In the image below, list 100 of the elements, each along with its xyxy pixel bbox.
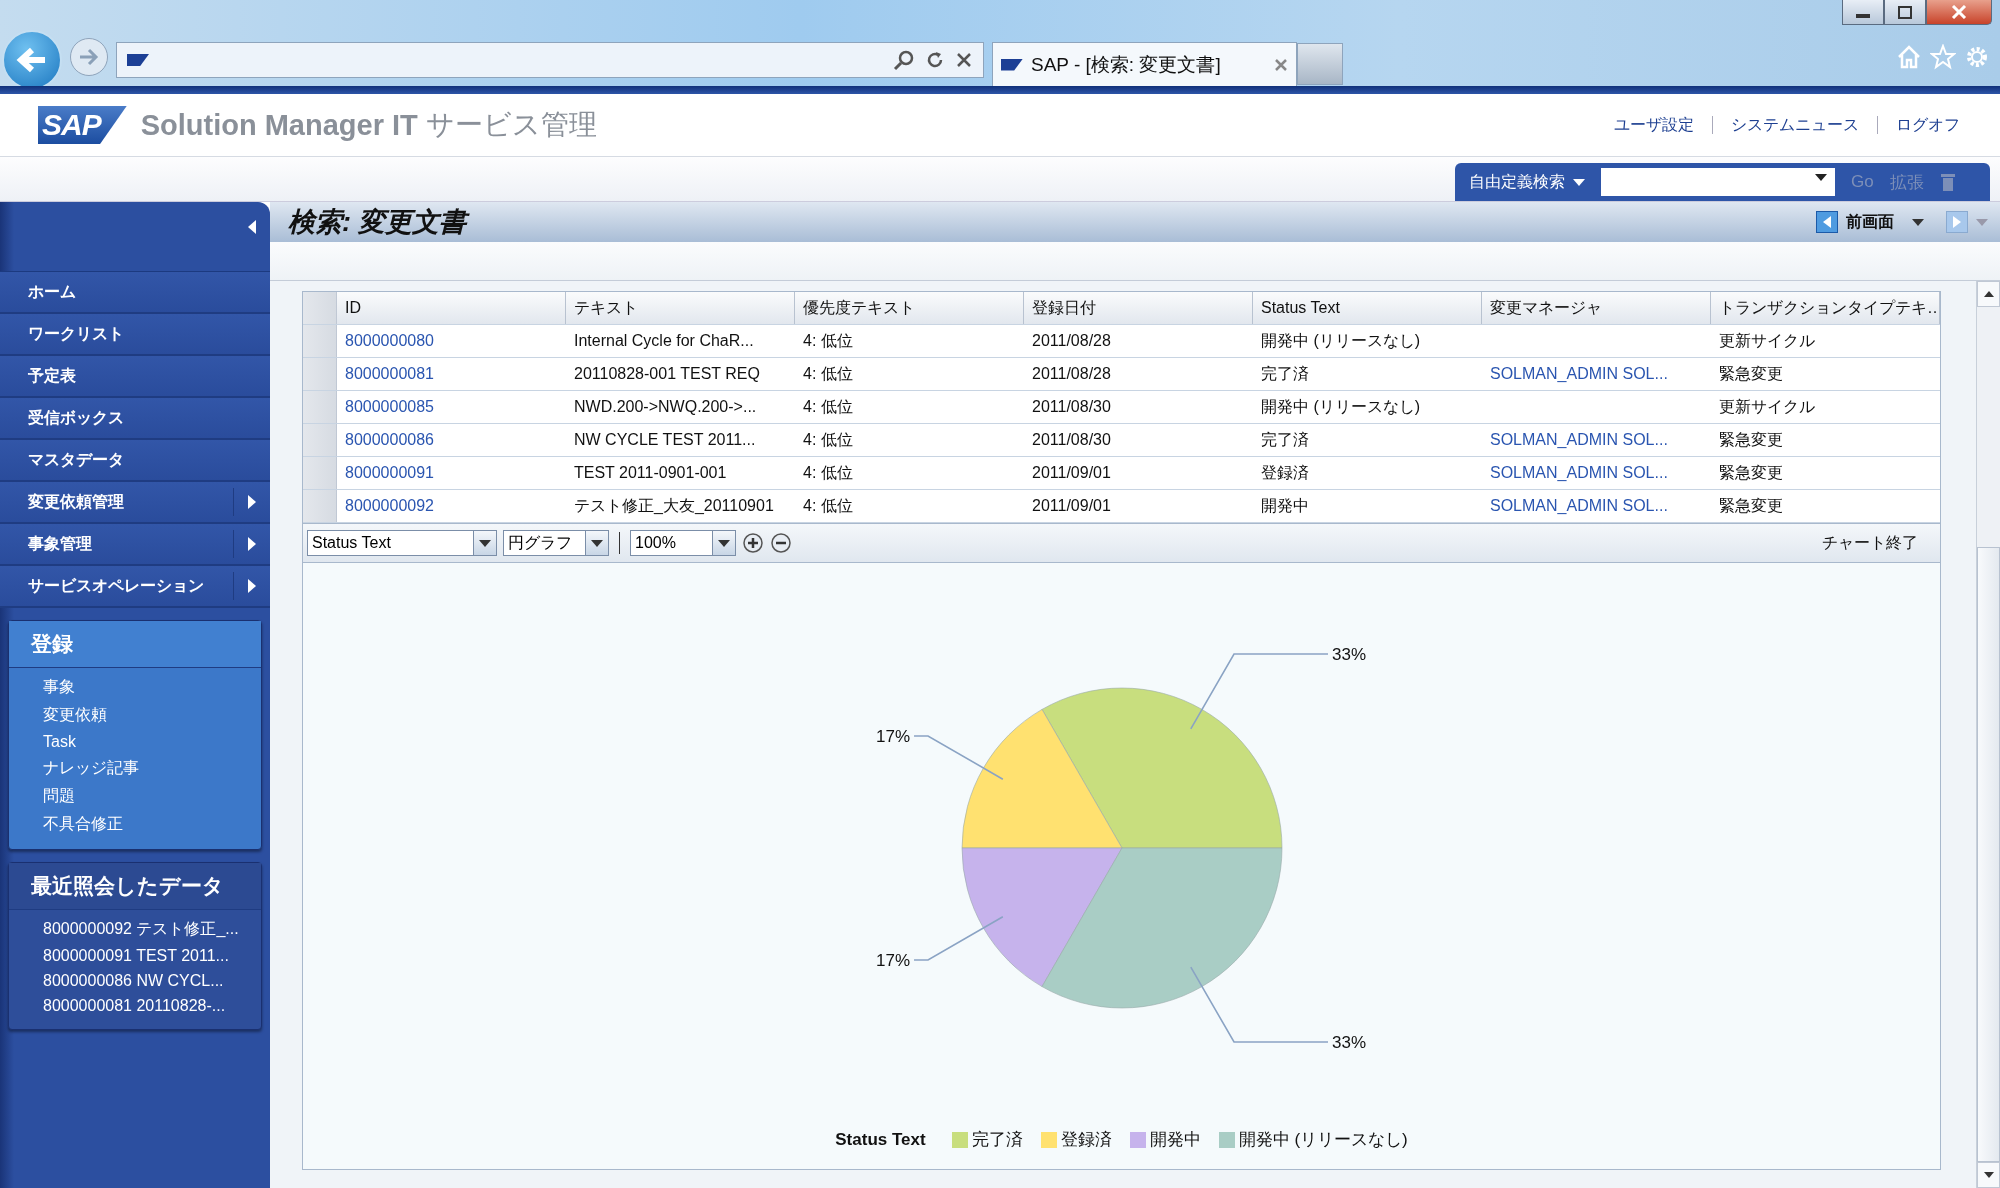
manager-link[interactable]: SOLMAN_ADMIN SOL... xyxy=(1482,358,1711,390)
search-icon[interactable] xyxy=(893,49,915,71)
search-type-menu[interactable]: 自由定義検索 xyxy=(1469,171,1585,193)
id-link[interactable]: 8000000080 xyxy=(337,325,566,357)
table-cell-text: 4: 低位 xyxy=(802,429,854,450)
id-link[interactable]: 8000000091 xyxy=(337,457,566,489)
browser-tab[interactable]: SAP - [検索: 変更文書] xyxy=(992,42,1297,86)
nav-item[interactable]: ワークリスト xyxy=(0,314,270,356)
table-cell-text: 2011/08/30 xyxy=(1031,430,1112,450)
trash-icon[interactable] xyxy=(1939,172,1956,192)
table-cell-text: 4: 低位 xyxy=(802,363,854,384)
nav-item[interactable]: 受信ボックス xyxy=(0,398,270,440)
table-cell-text: 2011/09/01 xyxy=(1031,496,1112,516)
table-cell-text: 緊急変更 xyxy=(1718,429,1784,450)
table-cell-text: 4: 低位 xyxy=(802,330,854,351)
nav-item[interactable]: ホーム xyxy=(0,272,270,314)
close-chart-link[interactable]: チャート終了 xyxy=(1822,532,1918,554)
table-cell-text: 2011/08/30 xyxy=(1031,397,1112,417)
percent-label: 33% xyxy=(1331,645,1366,664)
header-link[interactable]: システムニュース xyxy=(1731,114,1859,136)
product-subtitle: サービス管理 xyxy=(425,108,597,142)
zoom-out-icon[interactable] xyxy=(770,532,792,554)
site-icon xyxy=(1001,58,1023,71)
close-icon[interactable] xyxy=(1274,57,1288,72)
field-dropdown[interactable]: Status Text xyxy=(307,530,497,556)
id-link[interactable]: 8000000092 xyxy=(337,490,566,522)
table-cell-text: 完了済 xyxy=(1260,363,1310,384)
site-icon xyxy=(127,54,149,66)
table-cell-text: 20110828-001 TEST REQ xyxy=(573,364,761,384)
legend-label: 完了済 xyxy=(971,1129,1023,1151)
column-header[interactable]: 変更マネージャ xyxy=(1482,292,1711,324)
minimize-button[interactable] xyxy=(1842,0,1884,25)
collapse-icon[interactable] xyxy=(248,220,256,234)
logo: SAP xyxy=(38,106,127,144)
dropdown-icon[interactable] xyxy=(1912,218,1924,226)
row-selector[interactable] xyxy=(303,457,337,489)
id-link[interactable]: 8000000085 xyxy=(337,391,566,423)
close-icon[interactable] xyxy=(955,51,973,69)
new-tab-button[interactable] xyxy=(1297,43,1343,85)
manager-link[interactable]: SOLMAN_ADMIN SOL... xyxy=(1482,424,1711,456)
column-header[interactable]: ID xyxy=(337,292,566,324)
forward-button[interactable] xyxy=(70,38,108,76)
recent-link[interactable]: 8000000086 NW CYCL... xyxy=(9,969,261,994)
address-field[interactable] xyxy=(116,42,984,78)
table-cell-text: Internal Cycle for ChaR... xyxy=(573,331,755,351)
nav-item[interactable]: マスタデータ xyxy=(0,440,270,482)
table-cell-text: 登録済 xyxy=(1260,462,1310,483)
row-selector[interactable] xyxy=(303,424,337,456)
row-selector[interactable] xyxy=(303,358,337,390)
header-link[interactable]: ユーザ設定 xyxy=(1614,114,1694,136)
percent-label: 17% xyxy=(875,727,910,746)
create-link[interactable]: 問題 xyxy=(9,783,261,811)
settings-icon[interactable] xyxy=(1964,44,1990,70)
column-header[interactable]: トランザクションタイプテキ… xyxy=(1711,292,1940,324)
legend-title: Status Text xyxy=(835,1129,926,1150)
nav-item[interactable]: 事象管理 xyxy=(0,524,270,566)
scrollbar[interactable] xyxy=(1976,281,2000,1188)
nav-item[interactable]: 変更依頼管理 xyxy=(0,482,270,524)
recent-link[interactable]: 8000000091 TEST 2011... xyxy=(9,944,261,969)
table-cell-text: 4: 低位 xyxy=(802,462,854,483)
select-all-button[interactable] xyxy=(303,292,337,324)
row-selector[interactable] xyxy=(303,490,337,522)
panel-title: 登録 xyxy=(9,621,261,668)
legend-label: 登録済 xyxy=(1060,1129,1112,1151)
id-link[interactable]: 8000000086 xyxy=(337,424,566,456)
panel-title: 最近照会したデータ xyxy=(9,863,261,910)
create-link[interactable]: ナレッジ記事 xyxy=(9,755,261,783)
table-cell-text: 2011/09/01 xyxy=(1031,463,1112,483)
star-icon[interactable] xyxy=(1930,44,1956,70)
nav-item[interactable]: サービスオペレーション xyxy=(0,566,270,608)
table-cell-text: 緊急変更 xyxy=(1718,462,1784,483)
header-link[interactable]: ログオフ xyxy=(1896,114,1960,136)
row-selector[interactable] xyxy=(303,325,337,357)
restore-button[interactable] xyxy=(1884,0,1926,25)
table-cell-text: TEST 2011-0901-001 xyxy=(573,463,728,483)
zoom-in-icon[interactable] xyxy=(742,532,764,554)
create-link[interactable]: 変更依頼 xyxy=(9,702,261,730)
create-link[interactable]: Task xyxy=(9,730,261,755)
create-link[interactable]: 事象 xyxy=(9,674,261,702)
back-link[interactable]: 前画面 xyxy=(1846,211,1894,233)
column-header[interactable]: 優先度テキスト xyxy=(795,292,1024,324)
manager-link[interactable]: SOLMAN_ADMIN SOL... xyxy=(1482,457,1711,489)
manager-link[interactable]: SOLMAN_ADMIN SOL... xyxy=(1482,490,1711,522)
recent-link[interactable]: 8000000081 20110828-... xyxy=(9,994,261,1019)
table-cell-text: 開発中 (リリースなし) xyxy=(1260,396,1422,417)
zoom-dropdown[interactable]: 100% xyxy=(630,530,736,556)
id-link[interactable]: 8000000081 xyxy=(337,358,566,390)
refresh-icon[interactable] xyxy=(925,50,945,70)
column-header[interactable]: Status Text xyxy=(1253,292,1482,324)
home-icon[interactable] xyxy=(1896,44,1922,70)
column-header[interactable]: 登録日付 xyxy=(1024,292,1253,324)
close-button[interactable] xyxy=(1926,0,1992,25)
table-cell-text: 更新サイクル xyxy=(1718,330,1816,351)
recent-link[interactable]: 8000000092 テスト修正_... xyxy=(9,916,261,944)
row-selector[interactable] xyxy=(303,391,337,423)
column-header[interactable]: テキスト xyxy=(566,292,795,324)
nav-item[interactable]: 予定表 xyxy=(0,356,270,398)
chart-type-dropdown[interactable]: 円グラフ xyxy=(503,530,609,556)
search-field[interactable] xyxy=(1601,168,1835,196)
create-link[interactable]: 不具合修正 xyxy=(9,811,261,839)
